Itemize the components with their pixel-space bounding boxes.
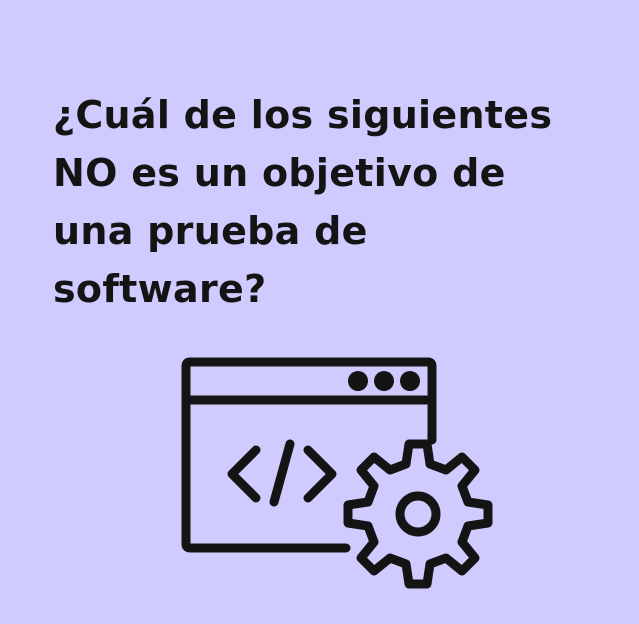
gear-icon	[343, 439, 493, 589]
question-line-1: ¿Cuál de los siguientes	[53, 93, 553, 137]
question-card: ¿Cuál de los siguientes NO es un objetiv…	[0, 0, 639, 624]
question-line-2: NO es un objetivo de	[53, 151, 506, 195]
question-text: ¿Cuál de los siguientes NO es un objetiv…	[53, 86, 593, 318]
code-window-with-gear-icon	[181, 357, 493, 589]
code-brackets-icon	[227, 439, 337, 507]
window-dots-icon	[348, 371, 420, 391]
question-line-3: una prueba de	[53, 209, 368, 253]
question-line-4: software?	[53, 267, 267, 311]
